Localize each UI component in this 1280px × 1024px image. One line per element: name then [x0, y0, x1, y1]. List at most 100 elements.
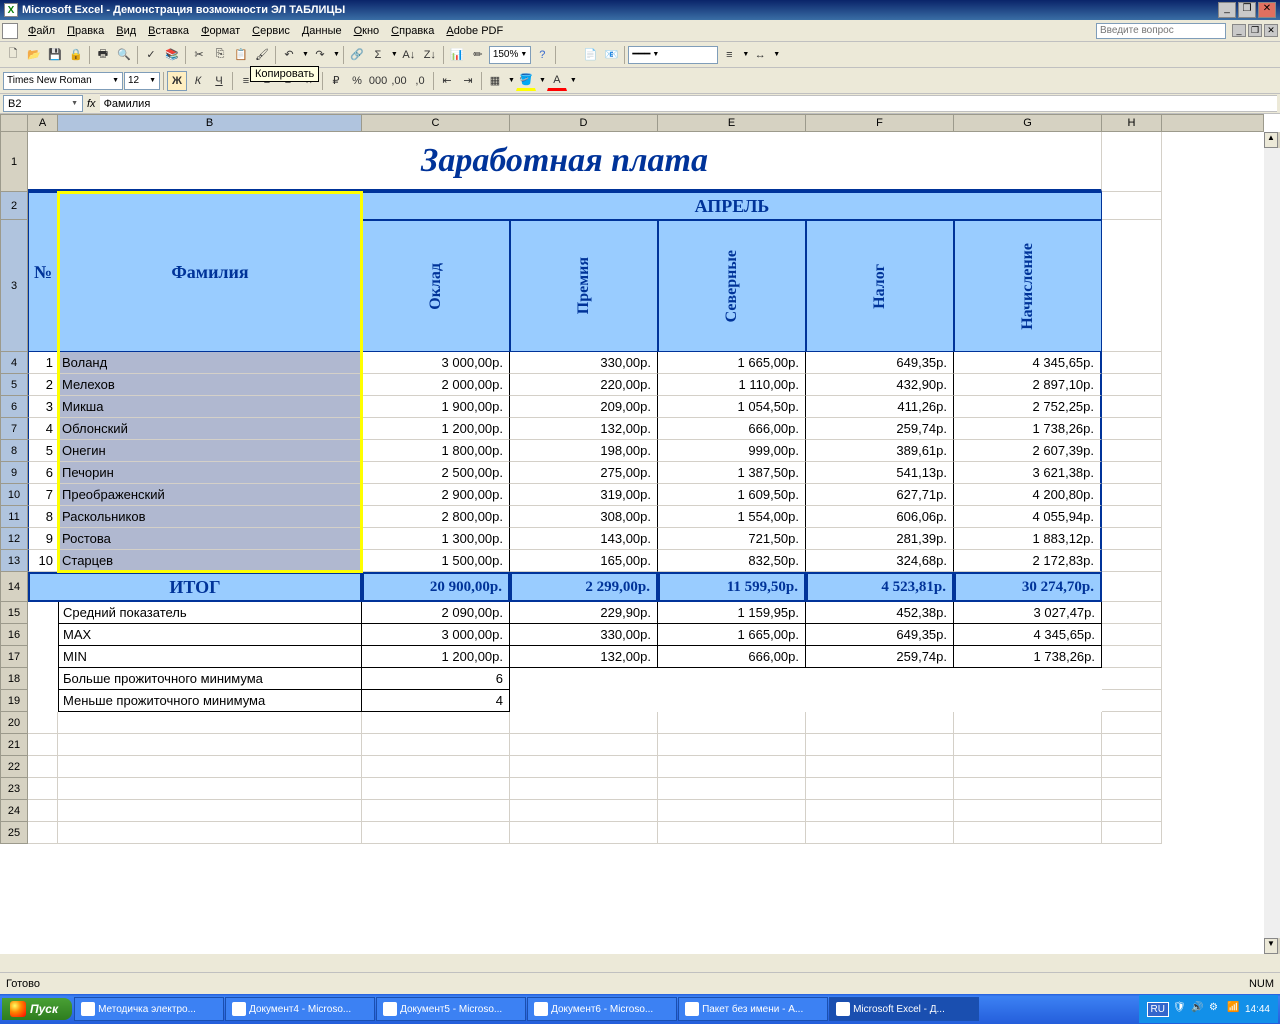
- maximize-button[interactable]: ❐: [1238, 2, 1256, 18]
- empty-cell[interactable]: [58, 800, 362, 822]
- empty-cell[interactable]: [1102, 396, 1162, 418]
- paste-icon[interactable]: 📋: [231, 45, 251, 65]
- empty-cell[interactable]: [1102, 800, 1162, 822]
- pdf-toolbar-icon[interactable]: 📄: [580, 45, 600, 65]
- empty-cell[interactable]: [954, 800, 1102, 822]
- empty-cell[interactable]: [362, 756, 510, 778]
- row-header-16[interactable]: 16: [0, 624, 28, 646]
- stat-val[interactable]: 3 000,00р.: [362, 624, 510, 646]
- data-severnye[interactable]: 832,50р.: [658, 550, 806, 572]
- data-severnye[interactable]: 1 387,50р.: [658, 462, 806, 484]
- empty-cell[interactable]: [658, 756, 806, 778]
- row-header-21[interactable]: 21: [0, 734, 28, 756]
- empty-cell[interactable]: [1102, 712, 1162, 734]
- empty-cell[interactable]: [658, 800, 806, 822]
- header-month[interactable]: АПРЕЛЬ: [362, 192, 1102, 220]
- start-button[interactable]: Пуск: [2, 998, 72, 1020]
- font-color-icon[interactable]: A: [547, 71, 567, 91]
- row-header-7[interactable]: 7: [0, 418, 28, 440]
- row-header-8[interactable]: 8: [0, 440, 28, 462]
- sort-asc-icon[interactable]: A↓: [399, 45, 419, 65]
- empty-cell[interactable]: [58, 734, 362, 756]
- row-header-2[interactable]: 2: [0, 192, 28, 220]
- header-num[interactable]: №: [28, 192, 58, 352]
- tray-icon[interactable]: 📶: [1227, 1002, 1241, 1016]
- data-name-cell[interactable]: Микша: [58, 396, 362, 418]
- empty-cell[interactable]: [362, 822, 510, 844]
- doc-close-button[interactable]: ✕: [1264, 24, 1278, 37]
- col-header-D[interactable]: D: [510, 114, 658, 132]
- empty-cell[interactable]: [58, 778, 362, 800]
- empty-cell[interactable]: [1102, 734, 1162, 756]
- pdf-convert-icon[interactable]: 📧: [601, 45, 621, 65]
- empty-cell[interactable]: [806, 800, 954, 822]
- empty-cell[interactable]: [1102, 462, 1162, 484]
- empty-cell[interactable]: [658, 822, 806, 844]
- stat-val[interactable]: 3 027,47р.: [954, 602, 1102, 624]
- extra-label[interactable]: Меньше прожиточного минимума: [58, 690, 362, 712]
- data-oklad[interactable]: 3 000,00р.: [362, 352, 510, 374]
- name-box[interactable]: B2▼: [3, 95, 83, 112]
- row-header-25[interactable]: 25: [0, 822, 28, 844]
- data-num[interactable]: 4: [28, 418, 58, 440]
- data-num[interactable]: 6: [28, 462, 58, 484]
- menu-формат[interactable]: Формат: [195, 23, 246, 39]
- header-Налог[interactable]: Налог: [806, 220, 954, 352]
- empty-cell[interactable]: [58, 822, 362, 844]
- data-severnye[interactable]: 1 110,00р.: [658, 374, 806, 396]
- bold-icon[interactable]: Ж: [167, 71, 187, 91]
- stat-val[interactable]: 452,38р.: [806, 602, 954, 624]
- underline-icon[interactable]: Ч: [209, 71, 229, 91]
- data-nachislenie[interactable]: 4 055,94р.: [954, 506, 1102, 528]
- data-nalog[interactable]: 649,35р.: [806, 352, 954, 374]
- data-premiya[interactable]: 132,00р.: [510, 418, 658, 440]
- empty-cell[interactable]: [1102, 572, 1162, 602]
- empty-cell[interactable]: [658, 712, 806, 734]
- permission-icon[interactable]: 🔒: [66, 45, 86, 65]
- decrease-indent-icon[interactable]: ⇤: [437, 71, 457, 91]
- hyperlink-icon[interactable]: 🔗: [347, 45, 367, 65]
- empty-cell[interactable]: [1102, 528, 1162, 550]
- taskbar-item-3[interactable]: Документ6 - Microso...: [527, 997, 677, 1021]
- arrow-style-icon[interactable]: ↔: [750, 45, 770, 65]
- empty-cell[interactable]: [28, 756, 58, 778]
- empty-cell[interactable]: [28, 822, 58, 844]
- data-premiya[interactable]: 198,00р.: [510, 440, 658, 462]
- col-header-C[interactable]: C: [362, 114, 510, 132]
- data-oklad[interactable]: 1 500,00р.: [362, 550, 510, 572]
- save-icon[interactable]: 💾: [45, 45, 65, 65]
- stat-val[interactable]: 4 345,65р.: [954, 624, 1102, 646]
- empty-cell[interactable]: [658, 778, 806, 800]
- empty-cell[interactable]: [58, 712, 362, 734]
- empty-cell[interactable]: [28, 778, 58, 800]
- empty-cell[interactable]: [28, 800, 58, 822]
- autosum-dropdown[interactable]: ▼: [389, 51, 398, 58]
- data-num[interactable]: 5: [28, 440, 58, 462]
- empty-cell[interactable]: [1102, 668, 1162, 690]
- header-name[interactable]: Фамилия: [58, 192, 362, 352]
- increase-indent-icon[interactable]: ⇥: [458, 71, 478, 91]
- data-num[interactable]: 8: [28, 506, 58, 528]
- stat-val[interactable]: 1 200,00р.: [362, 646, 510, 668]
- drawing-icon[interactable]: ✏: [468, 45, 488, 65]
- empty-cell[interactable]: [1102, 624, 1162, 646]
- taskbar-item-4[interactable]: Пакет без имени - A...: [678, 997, 828, 1021]
- empty-cell[interactable]: [954, 712, 1102, 734]
- empty-cell[interactable]: [510, 734, 658, 756]
- row-header-3[interactable]: 3: [0, 220, 28, 352]
- print-preview-icon[interactable]: 🔍: [114, 45, 134, 65]
- data-nachislenie[interactable]: 4 200,80р.: [954, 484, 1102, 506]
- data-nalog[interactable]: 281,39р.: [806, 528, 954, 550]
- increase-decimal-icon[interactable]: ,00: [389, 71, 409, 91]
- data-oklad[interactable]: 2 500,00р.: [362, 462, 510, 484]
- data-name-cell[interactable]: Раскольников: [58, 506, 362, 528]
- data-premiya[interactable]: 308,00р.: [510, 506, 658, 528]
- data-oklad[interactable]: 2 900,00р.: [362, 484, 510, 506]
- stat-val[interactable]: 330,00р.: [510, 624, 658, 646]
- empty-cell[interactable]: [28, 712, 58, 734]
- undo-dropdown[interactable]: ▼: [300, 51, 309, 58]
- row-header-24[interactable]: 24: [0, 800, 28, 822]
- empty-cell[interactable]: [1102, 192, 1162, 220]
- stat-val[interactable]: 2 090,00р.: [362, 602, 510, 624]
- menu-файл[interactable]: Файл: [22, 23, 61, 39]
